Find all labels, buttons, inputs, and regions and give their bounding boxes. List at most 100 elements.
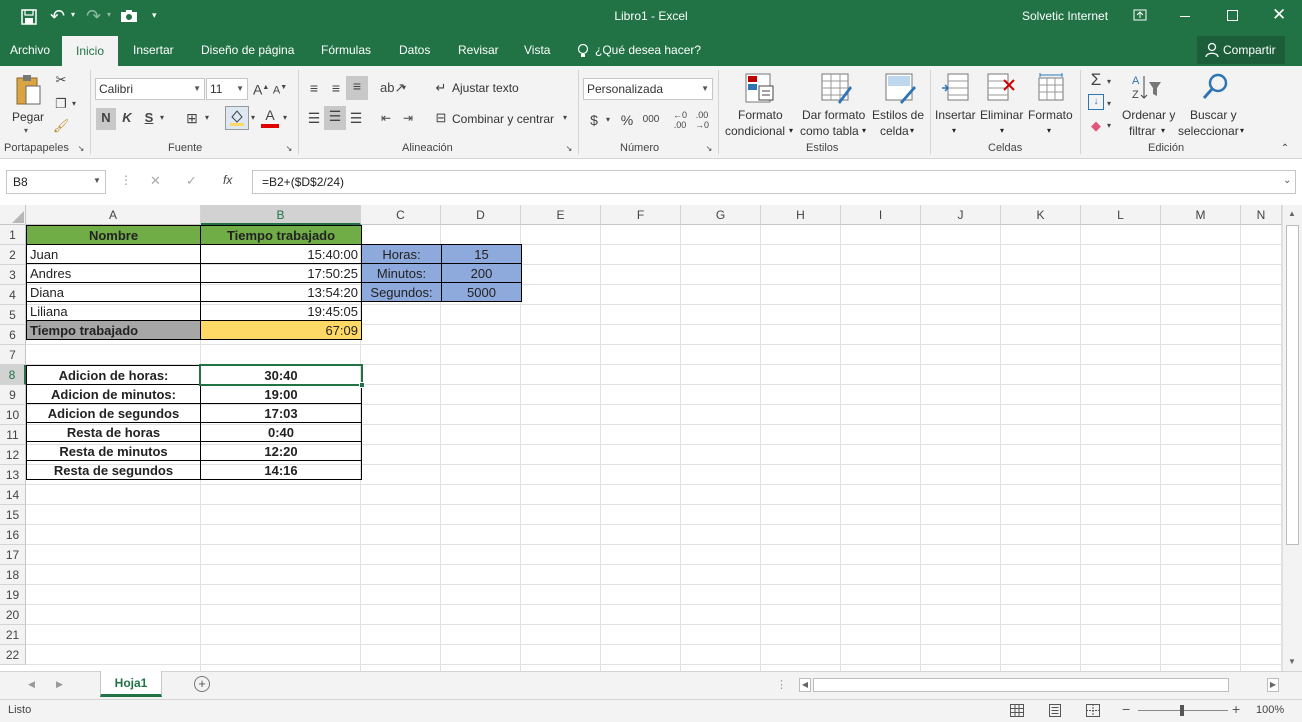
column-header-E[interactable]: E <box>521 205 601 225</box>
currency-dropdown-icon[interactable]: ▾ <box>604 110 612 130</box>
vertical-scrollbar[interactable]: ▲ ▼ <box>1282 205 1302 671</box>
formula-input[interactable]: =B2+($D$2/24) ⌄ <box>252 170 1296 194</box>
cell-A3[interactable]: Andres <box>26 263 201 283</box>
zoom-slider[interactable] <box>1138 705 1228 716</box>
cell-B4[interactable]: 13:54:20 <box>200 282 362 302</box>
row-header-1[interactable]: 1 <box>0 225 26 245</box>
column-header-M[interactable]: M <box>1161 205 1241 225</box>
cell-A10[interactable]: Adicion de segundos <box>26 403 201 423</box>
cell-B12[interactable]: 12:20 <box>200 441 362 461</box>
spreadsheet-grid[interactable]: ABCDEFGHIJKLMN 1 2 3 4 5 6 7 8 9 10 11 12 13 14 15 16 17… <box>0 205 1302 671</box>
fill-color-dropdown-icon[interactable]: ▾ <box>249 108 257 128</box>
fill-icon[interactable]: ↓ <box>1088 94 1104 110</box>
fill-color-icon[interactable] <box>225 106 249 130</box>
zoom-slider-thumb[interactable] <box>1180 705 1184 716</box>
italic-button[interactable]: K <box>118 108 136 128</box>
underline-dropdown-icon[interactable]: ▾ <box>158 108 166 128</box>
cell-A6[interactable]: Tiempo trabajado <box>26 320 201 340</box>
row-header-3[interactable]: 3 <box>0 265 26 285</box>
autosum-dropdown-icon[interactable]: ▾ <box>1105 72 1113 92</box>
tab-insertar[interactable]: Insertar <box>133 34 174 66</box>
row-header-15[interactable]: 15 <box>0 505 26 525</box>
find-select-button[interactable]: Buscar y seleccionar ▾ <box>1176 70 1250 140</box>
copy-icon[interactable]: ❐ <box>52 94 70 114</box>
cell-B13[interactable]: 14:16 <box>200 460 362 480</box>
row-header-10[interactable]: 10 <box>0 405 26 425</box>
account-name[interactable]: Solvetic Internet <box>1022 9 1108 23</box>
percent-button[interactable]: % <box>618 110 636 130</box>
format-as-table-button[interactable]: Dar formato como tabla ▾ <box>800 70 870 140</box>
format-cells-button[interactable]: Formato ▾ <box>1026 70 1076 140</box>
sort-filter-button[interactable]: AZ Ordenar y filtrar ▾ <box>1118 70 1176 140</box>
cell-C3[interactable]: Minutos: <box>361 263 442 283</box>
minimize-icon[interactable] <box>1180 16 1190 17</box>
fill-dropdown-icon[interactable]: ▾ <box>1105 94 1113 114</box>
cell-D2[interactable]: 15 <box>441 244 522 264</box>
cell-B5[interactable]: 19:45:05 <box>200 301 362 321</box>
camera-icon[interactable] <box>120 9 138 23</box>
cell-A13[interactable]: Resta de segundos <box>26 460 201 480</box>
tab-vista[interactable]: Vista <box>524 34 550 66</box>
orientation-dropdown-icon[interactable]: ▾ <box>400 78 408 98</box>
cell-A9[interactable]: Adicion de minutos: <box>26 384 201 404</box>
maximize-icon[interactable] <box>1227 10 1238 21</box>
sheet-tab-hoja1[interactable]: Hoja1 <box>100 671 162 697</box>
row-header-7[interactable]: 7 <box>0 345 26 365</box>
horizontal-scrollbar[interactable]: ◀ ▶ <box>797 677 1285 693</box>
scroll-up-icon[interactable]: ▲ <box>1288 209 1296 218</box>
number-launcher-icon[interactable]: ↘ <box>704 144 714 154</box>
row-header-12[interactable]: 12 <box>0 445 26 465</box>
column-header-B[interactable]: B <box>201 205 361 225</box>
row-header-8[interactable]: 8 <box>0 365 26 385</box>
row-header-2[interactable]: 2 <box>0 245 26 265</box>
increase-decimal-icon[interactable]: ←0.00 <box>670 110 690 130</box>
paste-button[interactable]: Pegar ▾ <box>8 72 48 140</box>
clear-dropdown-icon[interactable]: ▾ <box>1105 116 1113 136</box>
cell-A8[interactable]: Adicion de horas: <box>26 365 201 385</box>
column-header-L[interactable]: L <box>1081 205 1161 225</box>
autosum-icon[interactable]: Σ <box>1086 70 1106 90</box>
cell-A1[interactable]: Nombre <box>26 225 201 245</box>
clipboard-launcher-icon[interactable]: ↘ <box>76 144 86 154</box>
clear-icon[interactable]: ◆ <box>1088 116 1104 136</box>
font-color-icon[interactable]: A <box>261 106 279 128</box>
row-header-14[interactable]: 14 <box>0 485 26 505</box>
cell-B9[interactable]: 19:00 <box>200 384 362 404</box>
zoom-level[interactable]: 100% <box>1256 704 1284 716</box>
cell-A2[interactable]: Juan <box>26 244 201 264</box>
row-header-9[interactable]: 9 <box>0 385 26 405</box>
tab-formulas[interactable]: Fórmulas <box>321 34 371 66</box>
cell-B10[interactable]: 17:03 <box>200 403 362 423</box>
thousands-button[interactable]: 000 <box>640 110 662 130</box>
save-icon[interactable] <box>20 8 38 26</box>
customize-toolbar-icon[interactable]: ▾ <box>152 10 157 21</box>
wrap-text-icon[interactable]: ↵ <box>432 78 450 98</box>
cell-A5[interactable]: Liliana <box>26 301 201 321</box>
increase-font-icon[interactable]: A▲ <box>253 78 269 100</box>
cell-B2[interactable]: 15:40:00 <box>200 244 362 264</box>
column-header-I[interactable]: I <box>841 205 921 225</box>
tab-datos[interactable]: Datos <box>399 34 430 66</box>
borders-dropdown-icon[interactable]: ▾ <box>202 108 212 128</box>
row-header-17[interactable]: 17 <box>0 545 26 565</box>
column-header-G[interactable]: G <box>681 205 761 225</box>
page-break-view-icon[interactable] <box>1086 704 1100 717</box>
expand-formula-icon[interactable]: ⌄ <box>1283 175 1291 186</box>
alignment-launcher-icon[interactable]: ↘ <box>564 144 574 154</box>
select-all-corner[interactable] <box>0 205 26 225</box>
row-header-20[interactable]: 20 <box>0 605 26 625</box>
underline-button[interactable]: S <box>140 108 158 128</box>
fill-handle[interactable] <box>359 382 365 388</box>
borders-icon[interactable]: ⊞ <box>182 108 202 128</box>
tell-me-box[interactable]: ¿Qué desea hacer? <box>595 34 701 66</box>
prev-sheet-icon[interactable]: ◀ <box>28 679 35 690</box>
collapse-ribbon-icon[interactable]: ⌃ <box>1278 142 1292 156</box>
format-painter-icon[interactable]: 🖌 <box>52 116 70 136</box>
tab-revisar[interactable]: Revisar <box>458 34 499 66</box>
scroll-down-icon[interactable]: ▼ <box>1288 657 1296 666</box>
cell-styles-button[interactable]: Estilos de celda ▾ <box>870 70 928 140</box>
column-header-N[interactable]: N <box>1241 205 1282 225</box>
row-header-18[interactable]: 18 <box>0 565 26 585</box>
cell-A11[interactable]: Resta de horas <box>26 422 201 442</box>
column-header-H[interactable]: H <box>761 205 841 225</box>
